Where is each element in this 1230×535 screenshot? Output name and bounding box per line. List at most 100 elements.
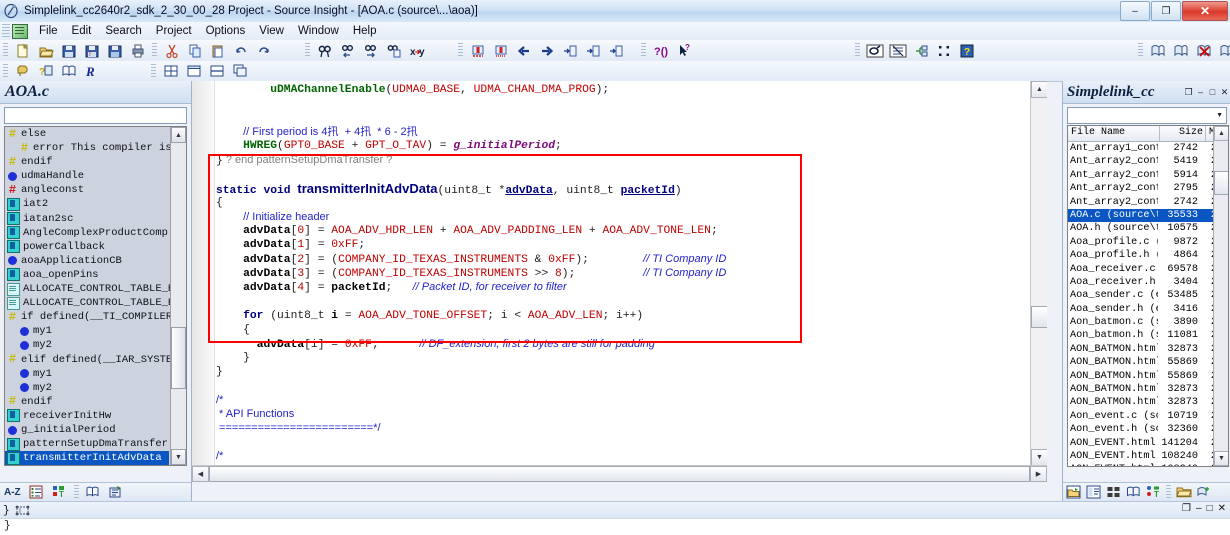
selection-icon[interactable]: I bbox=[14, 504, 32, 518]
file-list-row[interactable]: Ant_array2_confi27422 bbox=[1068, 196, 1228, 209]
symbol-list-item[interactable]: udmaHandle bbox=[5, 169, 169, 183]
redo-icon[interactable] bbox=[252, 40, 275, 61]
nav-back-icon[interactable] bbox=[512, 40, 535, 61]
sort-az-button[interactable]: A-Z bbox=[0, 487, 25, 498]
project-files-icon[interactable] bbox=[1063, 482, 1083, 503]
toolbar-grip-2[interactable] bbox=[152, 43, 157, 58]
editor-scroll-up-arrow[interactable]: ▲ bbox=[1031, 81, 1047, 98]
file-list-row[interactable]: Aoa_sender.h (ex34162 bbox=[1068, 303, 1228, 316]
symbol-list-scrollbar[interactable]: ▲ ▼ bbox=[170, 127, 186, 465]
menu-edit[interactable]: Edit bbox=[65, 24, 99, 38]
menu-search[interactable]: Search bbox=[98, 24, 148, 38]
help-icon[interactable]: ? bbox=[955, 40, 978, 61]
jump-to-icon[interactable] bbox=[558, 40, 581, 61]
symbol-list-item[interactable]: #if defined(__TI_COMPILER_VERS bbox=[5, 310, 169, 324]
reference-book-icon[interactable] bbox=[57, 61, 80, 82]
file-list-row[interactable]: Aoa_profile.c (s98722 bbox=[1068, 236, 1228, 249]
toolbar-grip-3[interactable] bbox=[305, 43, 310, 58]
editor-hscroll-thumb[interactable] bbox=[209, 466, 1030, 482]
maximize-button[interactable]: ❐ bbox=[1151, 1, 1181, 21]
print-icon[interactable] bbox=[126, 40, 149, 61]
outdent-icon[interactable] bbox=[604, 40, 627, 61]
symbol-list-item[interactable]: #error This compiler is not bbox=[5, 141, 169, 155]
symbol-search-input[interactable] bbox=[4, 107, 187, 124]
file-list-row[interactable]: AON_BATMON.html558692 bbox=[1068, 370, 1228, 383]
symbol-list-item[interactable]: my1 bbox=[5, 367, 169, 381]
maximize-icon[interactable]: □ bbox=[1207, 86, 1218, 98]
bookmark-set-icon[interactable] bbox=[466, 40, 489, 61]
browse-icon[interactable] bbox=[932, 40, 955, 61]
maximize-window-icon[interactable] bbox=[182, 61, 205, 82]
symbol-list-icon[interactable] bbox=[25, 482, 48, 503]
column-header-file-name[interactable]: File Name bbox=[1068, 126, 1160, 141]
project-sync-icon[interactable] bbox=[1215, 40, 1230, 61]
file-list-row[interactable]: Aoa_receiver.c (695782 bbox=[1068, 263, 1228, 276]
nav-forward-icon[interactable] bbox=[535, 40, 558, 61]
editor-scroll-right-arrow[interactable]: ▶ bbox=[1030, 466, 1047, 482]
properties-icon[interactable] bbox=[105, 482, 128, 503]
quick-help-icon[interactable]: ? bbox=[34, 61, 57, 82]
mdi-close-button[interactable]: ✕ bbox=[1218, 503, 1226, 514]
reference-book-icon[interactable] bbox=[82, 482, 105, 503]
save-all-icon[interactable] bbox=[103, 40, 126, 61]
link-icon[interactable] bbox=[1194, 482, 1214, 503]
thumbnails-icon[interactable] bbox=[1103, 482, 1123, 503]
paste-icon[interactable] bbox=[206, 40, 229, 61]
symbol-list-item[interactable]: powerCallback bbox=[5, 240, 169, 254]
save-icon[interactable] bbox=[57, 40, 80, 61]
scroll-down-arrow[interactable]: ▼ bbox=[171, 449, 186, 465]
file-list-row[interactable]: Ant_array2_confi54192 bbox=[1068, 155, 1228, 168]
file-list-row[interactable]: AON_BATMON.html558692 bbox=[1068, 356, 1228, 369]
mdi-maximize-button[interactable]: □ bbox=[1207, 503, 1213, 514]
file-list-row[interactable]: Aon_event.c (sou107192 bbox=[1068, 410, 1228, 423]
file-list-row[interactable]: Aon_batmon.c (sc38902 bbox=[1068, 316, 1228, 329]
symbol-list-item[interactable]: g_initialPeriod bbox=[5, 423, 169, 437]
split-window-icon[interactable] bbox=[205, 61, 228, 82]
mdi-restore-button[interactable]: ❐ bbox=[1182, 503, 1191, 514]
symbol-tree-icon[interactable]: T bbox=[1143, 482, 1163, 503]
tile-windows-icon[interactable] bbox=[159, 61, 182, 82]
toolbar-grip-1[interactable] bbox=[3, 43, 8, 58]
new-file-icon[interactable] bbox=[11, 40, 34, 61]
scroll-up-arrow[interactable]: ▲ bbox=[171, 127, 186, 143]
project-toolbar-grip[interactable] bbox=[1166, 485, 1171, 500]
symbol-list-item[interactable]: aoa_openPins bbox=[5, 268, 169, 282]
file-scroll-thumb[interactable] bbox=[1214, 171, 1229, 195]
editor-horizontal-scrollbar[interactable]: ◀ ▶ bbox=[192, 465, 1047, 482]
symbol-list[interactable]: #else#error This compiler is not#endifud… bbox=[4, 126, 187, 466]
menu-options[interactable]: Options bbox=[199, 24, 253, 38]
file-list-row[interactable]: Aon_batmon.h (sc110812 bbox=[1068, 329, 1228, 342]
find-icon[interactable] bbox=[313, 40, 336, 61]
highlight-word-icon[interactable] bbox=[11, 61, 34, 82]
save-as-icon[interactable]: ! bbox=[80, 40, 103, 61]
file-list-row[interactable]: AON_BATMON.html328732 bbox=[1068, 343, 1228, 356]
menu-project[interactable]: Project bbox=[149, 24, 199, 38]
mdi-minimize-button[interactable]: – bbox=[1196, 503, 1202, 514]
select-pointer-icon[interactable]: ? bbox=[672, 40, 695, 61]
symbol-window-icon[interactable] bbox=[863, 40, 886, 61]
minimize-button[interactable]: – bbox=[1120, 1, 1150, 21]
find-in-files-icon[interactable] bbox=[382, 40, 405, 61]
toolbar2-grip-1[interactable] bbox=[3, 64, 8, 79]
undo-icon[interactable] bbox=[229, 40, 252, 61]
symbol-list-item[interactable]: #endif bbox=[5, 155, 169, 169]
cut-icon[interactable] bbox=[160, 40, 183, 61]
replace-icon[interactable]: xy bbox=[405, 40, 428, 61]
project-add-icon[interactable] bbox=[1146, 40, 1169, 61]
close-icon[interactable]: ✕ bbox=[1219, 86, 1230, 98]
file-list-row[interactable]: AON_EVENT.html (1412042 bbox=[1068, 437, 1228, 450]
copy-icon[interactable] bbox=[183, 40, 206, 61]
symbol-toolbar-grip[interactable] bbox=[74, 485, 79, 500]
symbol-list-item[interactable]: AOA_open bbox=[5, 465, 169, 466]
code-editor[interactable]: uDMAChannelEnable(UDMA0_BASE, UDMA_CHAN_… bbox=[192, 81, 1047, 482]
file-list-row[interactable]: AON_EVENT.html (1082402 bbox=[1068, 463, 1228, 467]
editor-vertical-scrollbar[interactable]: ▲ ▼ bbox=[1030, 81, 1047, 466]
file-list-row[interactable]: Ant_array2_confi59142 bbox=[1068, 169, 1228, 182]
bookmark-clear-icon[interactable] bbox=[489, 40, 512, 61]
file-list-row[interactable]: AOA.h (source\ti105752 bbox=[1068, 222, 1228, 235]
file-list-row[interactable]: Ant_array1_confi27422 bbox=[1068, 142, 1228, 155]
toolbar-grip-7[interactable] bbox=[1138, 43, 1143, 58]
symbol-list-item[interactable]: #endif bbox=[5, 395, 169, 409]
file-scroll-up-arrow[interactable]: ▲ bbox=[1214, 126, 1229, 141]
menu-file[interactable]: File bbox=[32, 24, 65, 38]
